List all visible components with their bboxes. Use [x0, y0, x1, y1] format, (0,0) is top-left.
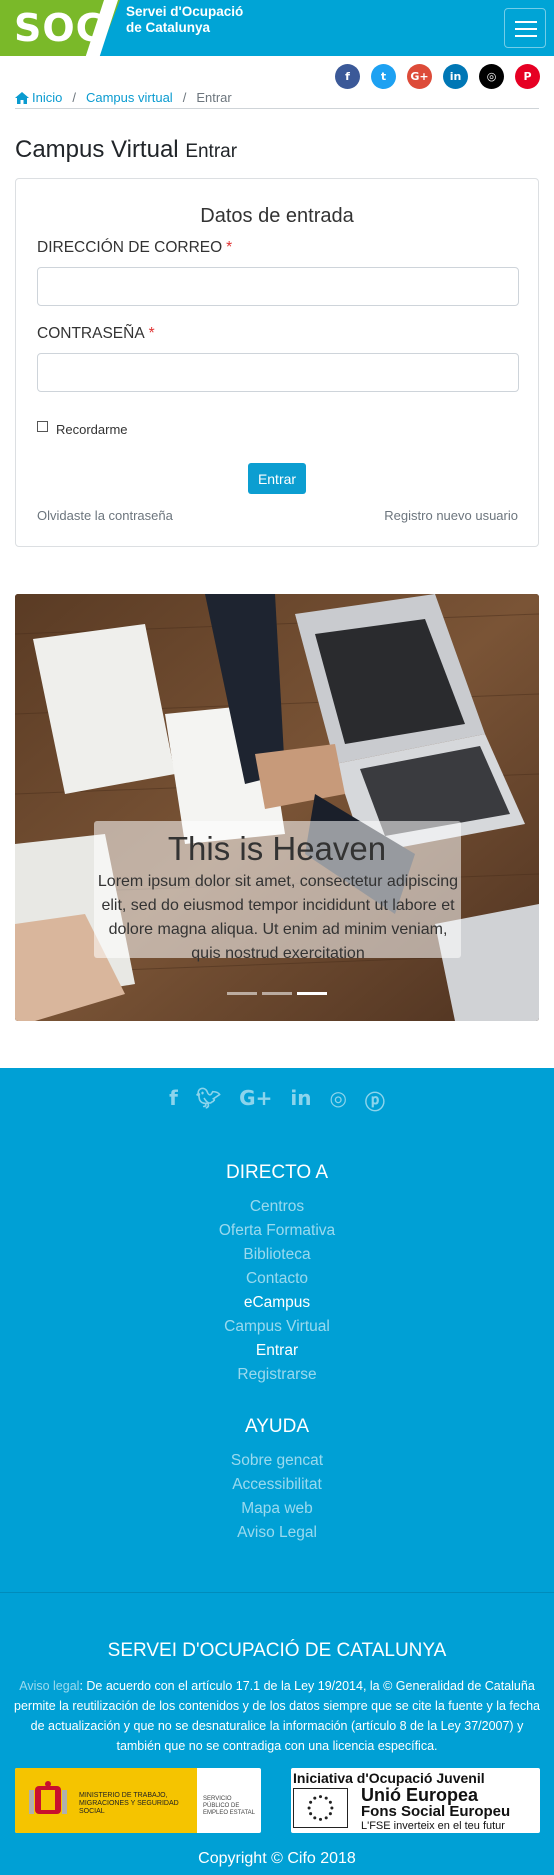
breadcrumb-campus-link[interactable]: Campus virtual: [86, 90, 173, 105]
email-label: Dirección de correo *: [37, 239, 232, 257]
image-carousel[interactable]: This is Heaven Lorem ipsum dolor sit ame…: [15, 594, 539, 1021]
ayuda-heading: AYUDA: [244, 1416, 310, 1437]
footer-link[interactable]: Campus Virtual: [0, 1315, 554, 1339]
twitter-icon[interactable]: 🐦︎: [196, 1086, 221, 1115]
footer-link[interactable]: Registrarse: [0, 1363, 554, 1387]
site-footer: f 🐦︎ G+ in ◎ ⓟ DIRECTO A Centros Oferta F…: [0, 1068, 554, 1875]
carousel-caption-text: Lorem ipsum dolor sit amet, consectetur …: [97, 873, 459, 962]
spain-crest-icon: [29, 1781, 67, 1814]
pinterest-icon[interactable]: ⓟ: [365, 1086, 385, 1115]
breadcrumb-separator: /: [72, 90, 76, 105]
footer-social-links: f 🐦︎ G+ in ◎ ⓟ: [0, 1086, 554, 1115]
footer-link[interactable]: Entrar: [0, 1339, 554, 1363]
password-field[interactable]: [37, 353, 519, 392]
footer-link[interactable]: Centros: [0, 1195, 554, 1219]
directo-links: Centros Oferta Formativa Biblioteca Contact…: [0, 1195, 554, 1387]
footer-link[interactable]: Accessibilitat: [0, 1473, 554, 1497]
carousel-indicator-3[interactable]: [297, 992, 327, 995]
footer-link[interactable]: eCampus: [0, 1291, 554, 1315]
google-plus-icon[interactable]: G+: [239, 1086, 272, 1115]
required-mark: *: [226, 239, 233, 256]
footer-link[interactable]: Aviso Legal: [0, 1521, 554, 1545]
password-label-text: Contraseña: [37, 325, 145, 342]
social-links: f t G+ in ◎ P: [335, 64, 540, 89]
linkedin-icon[interactable]: in: [443, 64, 468, 89]
page-title: Campus Virtual Entrar: [15, 136, 237, 164]
pinterest-icon[interactable]: P: [515, 64, 540, 89]
eu-tagline-text: L'FSE inverteix en el teu futur: [361, 1820, 505, 1832]
password-label: Contraseña *: [37, 325, 155, 343]
org-name-line1: Servei d'Ocupació: [126, 4, 244, 19]
email-label-text: Dirección de correo: [37, 239, 223, 256]
footer-link[interactable]: Mapa web: [0, 1497, 554, 1521]
burger-bar-icon: [515, 21, 537, 23]
legal-notice: Aviso legal: De acuerdo con el artículo …: [14, 1676, 540, 1756]
footer-link[interactable]: Biblioteca: [0, 1243, 554, 1267]
carousel-indicator-1[interactable]: [227, 992, 257, 995]
burger-bar-icon: [515, 28, 537, 30]
footer-link[interactable]: Contacto: [0, 1267, 554, 1291]
linkedin-icon[interactable]: in: [290, 1086, 311, 1115]
ministry-name: MINISTERIO DE TRABAJO, MIGRACIONES Y SEG…: [79, 1792, 179, 1815]
login-card: Datos de entrada Dirección de correo * Co…: [15, 178, 539, 547]
ayuda-links: Sobre gencat Accessibilitat Mapa web Aviso …: [0, 1449, 554, 1545]
facebook-icon[interactable]: f: [169, 1086, 178, 1115]
carousel-caption-title: This is Heaven: [167, 830, 387, 867]
eu-initiative-text: Iniciativa d'Ocupació Juvenil: [293, 1770, 485, 1786]
instagram-icon[interactable]: ◎: [329, 1086, 346, 1115]
top-navbar: SOC Servei d'Ocupació de Catalunya: [0, 0, 554, 56]
facebook-icon[interactable]: f: [335, 64, 360, 89]
breadcrumb-divider: [15, 108, 539, 109]
eu-flag-icon: [293, 1788, 348, 1828]
remember-checkbox[interactable]: [37, 421, 48, 432]
register-link[interactable]: Registro nuevo usuario: [384, 508, 518, 523]
breadcrumb-home-link[interactable]: Inicio: [32, 90, 62, 105]
legal-text: : De acuerdo con el artículo 17.1 de la …: [14, 1679, 540, 1753]
footer-divider: [0, 1592, 554, 1593]
home-icon[interactable]: [15, 91, 29, 104]
remember-label[interactable]: Recordarme: [56, 422, 128, 437]
eu-fse-logo[interactable]: Iniciativa d'Ocupació Juvenil Unió Europ…: [291, 1768, 540, 1833]
breadcrumb-current: Entrar: [196, 90, 232, 105]
breadcrumb: Inicio / Campus virtual / Entrar: [15, 90, 232, 105]
breadcrumb-separator: /: [182, 90, 187, 105]
org-name[interactable]: Servei d'Ocupació de Catalunya: [126, 4, 243, 36]
burger-bar-icon: [515, 35, 537, 37]
footer-link[interactable]: Oferta Formativa: [0, 1219, 554, 1243]
email-field[interactable]: [37, 267, 519, 306]
page-title-main: Campus Virtual: [15, 136, 179, 163]
page-title-sub: Entrar: [185, 141, 238, 162]
forgot-password-link[interactable]: Olvidaste la contraseña: [37, 508, 173, 523]
login-submit-button[interactable]: Entrar: [248, 463, 306, 494]
aviso-legal-link[interactable]: Aviso legal: [19, 1679, 79, 1693]
org-name-line2: de Catalunya: [126, 20, 211, 35]
required-mark: *: [148, 325, 155, 342]
copyright: Copyright © Cifo 2018: [198, 1850, 356, 1867]
google-plus-icon[interactable]: G+: [407, 64, 432, 89]
footer-link[interactable]: Sobre gencat: [0, 1449, 554, 1473]
sepe-name: SERVICIO PÚBLICO DE EMPLEO ESTATAL: [203, 1796, 256, 1816]
twitter-icon[interactable]: t: [371, 64, 396, 89]
instagram-icon[interactable]: ◎: [479, 64, 504, 89]
login-heading: Datos de entrada: [200, 205, 354, 227]
menu-toggle-button[interactable]: [504, 8, 546, 48]
eu-fund-text: Fons Social Europeu: [361, 1803, 511, 1820]
org-heading: SERVEI D'OCUPACIÓ DE CATALUNYA: [107, 1640, 447, 1661]
directo-heading: DIRECTO A: [225, 1162, 329, 1183]
ministry-logo[interactable]: MINISTERIO DE TRABAJO, MIGRACIONES Y SEG…: [15, 1768, 261, 1833]
carousel-indicator-2[interactable]: [262, 992, 292, 995]
